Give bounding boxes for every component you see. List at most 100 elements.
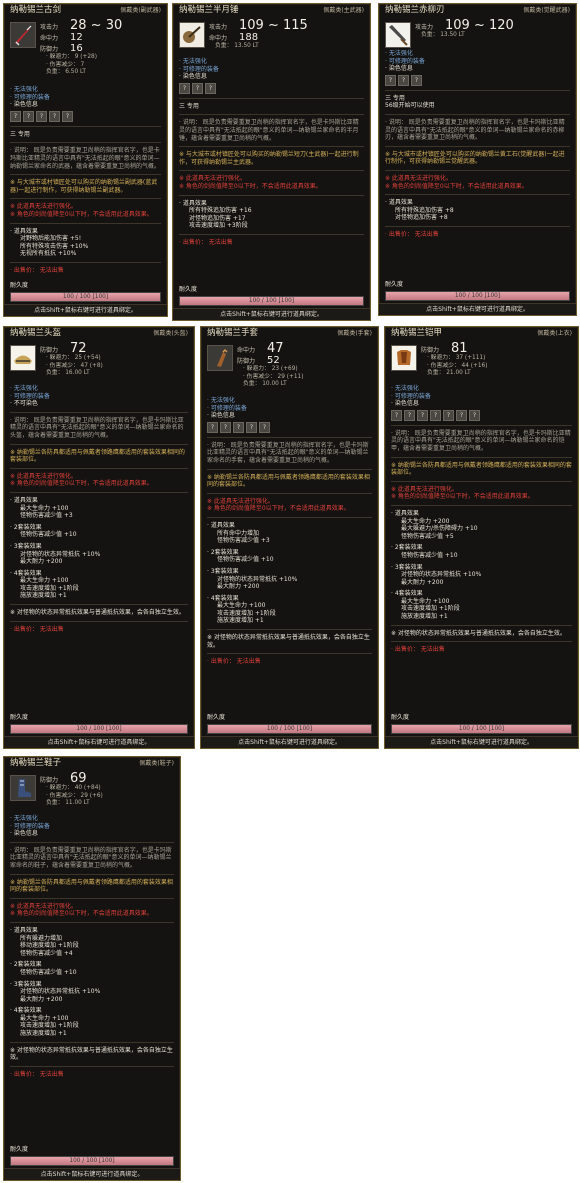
dye-slot[interactable]: ? bbox=[23, 110, 34, 122]
dye-slot[interactable]: ? bbox=[411, 74, 422, 86]
durability-value: 100 / 100 [100] bbox=[62, 294, 109, 300]
set-effect-title: · 3套装效果 bbox=[10, 542, 42, 550]
durability-section: 耐久度 100 / 100 [100] bbox=[10, 1146, 174, 1166]
dye-slot[interactable]: ? bbox=[49, 110, 60, 122]
bind-hint: 点击Shift+鼠标右键可进行道具绑定。 bbox=[379, 303, 576, 315]
durability-bar: 100 / 100 [100] bbox=[391, 724, 572, 734]
dye-slot[interactable]: ? bbox=[207, 421, 218, 433]
dye-slot[interactable]: ? bbox=[62, 110, 73, 122]
dye-slot[interactable]: ? bbox=[179, 82, 190, 94]
dye-slot[interactable]: ? bbox=[391, 409, 402, 421]
divider bbox=[10, 620, 188, 622]
dye-slot[interactable]: ? bbox=[417, 409, 428, 421]
divider bbox=[391, 504, 572, 506]
durability-label: 耐久度 bbox=[391, 714, 410, 722]
item-description: · 说明： 既是负责需要重复卫尚稍的指挥官名字，也是卡玛斯比亚精灵的语言中具有"… bbox=[10, 416, 184, 439]
dye-slot[interactable]: ? bbox=[246, 421, 257, 433]
stat-value: 69 bbox=[70, 771, 87, 786]
set-effect-title: · 2套装效果 bbox=[10, 961, 42, 969]
durability-label: 耐久度 bbox=[179, 286, 198, 294]
item-stats: 攻击力 28 ~ 30 命中力 12 防御力 16 · 躲避力： 9 (+28) · 伤害减少… bbox=[40, 19, 122, 77]
substat: 负重： 13.50 LT bbox=[215, 43, 259, 49]
dye-slot[interactable]: ? bbox=[220, 421, 231, 433]
tooltip-body: · 无法强化 · 可修理的装备 · 染色信息????? 三 专用 · 说明： 既是负责需… bbox=[10, 86, 161, 275]
item-property: · 无法强化 bbox=[385, 50, 413, 57]
dye-slot[interactable]: ? bbox=[259, 421, 270, 433]
stat-label: 攻击力 bbox=[415, 24, 434, 31]
durability-value: 100 / 100 [100] bbox=[454, 293, 501, 299]
stat-label: 防御力 bbox=[40, 777, 59, 784]
bind-hint: 点击Shift+鼠标右键可进行道具绑定。 bbox=[4, 304, 167, 316]
item-name: 纳勒锡兰半月锤 bbox=[179, 5, 239, 15]
effect-line: 怪物伤害减少值 +5 bbox=[401, 532, 454, 540]
level-requirement: 56级开始可以使用 bbox=[385, 102, 435, 110]
effect-line: 最大躲避力/杀伤障碍力 +10 bbox=[401, 525, 478, 533]
divider bbox=[385, 194, 570, 196]
dye-slot[interactable]: ? bbox=[233, 421, 244, 433]
divider bbox=[10, 921, 174, 923]
substat: · 躲避力： 25 (+54) bbox=[46, 355, 101, 361]
set-effect-group: · 3套装效果 对怪物的状态异常抵抗 +10% 最大耐力 +200 bbox=[391, 564, 572, 587]
dye-slots: ????? bbox=[207, 421, 372, 433]
dye-slot[interactable]: ? bbox=[430, 409, 441, 421]
item-tooltip-card: 纳勒锡兰赤柳刃 佩戴类(觉醒武器) 攻击力 109 ~ 120 负重： 13.50 LT… bbox=[378, 3, 577, 316]
effect-line: 所有躲避力增加 bbox=[20, 934, 63, 942]
item-property: · 无法强化 bbox=[179, 58, 207, 65]
item-stats: 攻击力 109 ~ 120 负重： 13.50 LT bbox=[415, 19, 514, 40]
durability-section: 耐久度 100 / 100 [100] bbox=[10, 714, 188, 734]
stat-row: 命中力 12 bbox=[40, 32, 122, 43]
set-effect-group: · 2套装效果 怪物伤害减少值 +10 bbox=[10, 524, 188, 539]
durability-label: 耐久度 bbox=[10, 282, 29, 290]
durability-section: 耐久度 100 / 100 [100] bbox=[385, 281, 570, 301]
effect-line: 对野物后能加伤害 +5! bbox=[20, 235, 82, 243]
item-name: 纳勒锡兰铠甲 bbox=[391, 328, 443, 338]
item-property: · 染色信息 bbox=[10, 101, 38, 109]
durability-value: 100 / 100 [100] bbox=[69, 1158, 115, 1164]
set-effect-line: 施放速度增加 +1 bbox=[217, 617, 264, 625]
stat-row: 防御力 69 bbox=[40, 772, 103, 785]
dye-slot[interactable]: ? bbox=[385, 74, 396, 86]
set-effect-line: 怪物伤害减少值 +10 bbox=[20, 531, 77, 539]
dye-slot[interactable]: ? bbox=[443, 409, 454, 421]
sell-price: · 出售价： 无法出售 bbox=[10, 1070, 64, 1078]
tooltip-header: 纳勒锡兰头盔 佩戴类(头盔) bbox=[4, 327, 194, 342]
divider bbox=[391, 480, 572, 482]
item-stats: 防御力 72 · 躲避力： 25 (+54) · 伤害减少： 47 (+8) 负重： 1… bbox=[40, 342, 103, 378]
set-effect-group: · 3套装效果 对怪物的状态异常抵抗 +10% 最大耐力 +200 bbox=[10, 981, 174, 1004]
dye-slot[interactable]: ? bbox=[469, 409, 480, 421]
durability-value: 100 / 100 [100] bbox=[76, 726, 122, 732]
divider bbox=[207, 629, 372, 631]
set-effect-line: 施放速度增加 +1 bbox=[20, 1030, 67, 1038]
bind-hint: 点击Shift+鼠标右键可进行道具绑定。 bbox=[4, 1168, 180, 1180]
divider bbox=[10, 1065, 174, 1067]
durability-label: 耐久度 bbox=[10, 1146, 29, 1154]
item-name: 纳勒锡兰赤柳刃 bbox=[385, 5, 445, 15]
dye-slot[interactable]: ? bbox=[398, 74, 409, 86]
item-tooltip-card: 纳勒锡兰头盔 佩戴类(头盔) 防御力 72 · 躲避力： 25 (+54) · 伤害减少：… bbox=[3, 326, 195, 749]
stat-label: 防御力 bbox=[40, 46, 59, 53]
durability-section: 耐久度 100 / 100 [100] bbox=[207, 714, 372, 734]
dye-slot[interactable]: ? bbox=[10, 110, 21, 122]
divider bbox=[179, 170, 364, 172]
dye-slot[interactable]: ? bbox=[192, 82, 203, 94]
set-note: ※ 对怪物的状态异常抵抗效果与普通抵抗效果，会各自独立生效。 bbox=[10, 609, 185, 617]
stat-row: 防御力 52 bbox=[237, 355, 304, 366]
dye-slot[interactable]: ? bbox=[456, 409, 467, 421]
divider bbox=[10, 411, 188, 413]
set-effect-line: 最大耐力 +200 bbox=[20, 995, 63, 1003]
tooltip-body: · 无法强化 · 可修理的装备 · 不可染色 · 说明： 既是负责需要重复卫尚稍的指挥… bbox=[10, 385, 188, 633]
dye-slot[interactable]: ? bbox=[36, 110, 47, 122]
item-description: · 说明： 既是负责需要重复卫尚稍的指挥官名字，也是卡玛斯比亚精灵的语言中具有"… bbox=[179, 119, 359, 142]
tooltip-body: · 无法强化 · 可修理的装备 · 染色信息 · 说明： 既是负责需要重复卫尚稍的指挥… bbox=[10, 815, 174, 1078]
divider bbox=[10, 841, 174, 843]
item-category: 佩戴类(觉醒武器) bbox=[523, 7, 570, 14]
item-tooltip-card: 纳勒锡兰铠甲 佩戴类(上衣) 防御力 81 · 躲避力： 37 (+111) · 伤害减少… bbox=[384, 326, 579, 749]
durability-value: 100 / 100 [100] bbox=[266, 726, 313, 732]
dye-slot[interactable]: ? bbox=[205, 82, 216, 94]
durability-label: 耐久度 bbox=[10, 714, 29, 722]
item-property: · 不可染色 bbox=[10, 400, 38, 408]
set-effect-group: · 4套装效果 最大生命力 +100 攻击速度增加 +1阶段 施放速度增加 +1 bbox=[10, 570, 188, 600]
dye-slot[interactable]: ? bbox=[404, 409, 415, 421]
item-description: · 说明： 既是负责需要重复卫尚稍的指挥官名字，也是卡玛斯比亚精灵的语言中具有"… bbox=[385, 118, 565, 142]
durability-bar: 100 / 100 [100] bbox=[10, 292, 161, 302]
